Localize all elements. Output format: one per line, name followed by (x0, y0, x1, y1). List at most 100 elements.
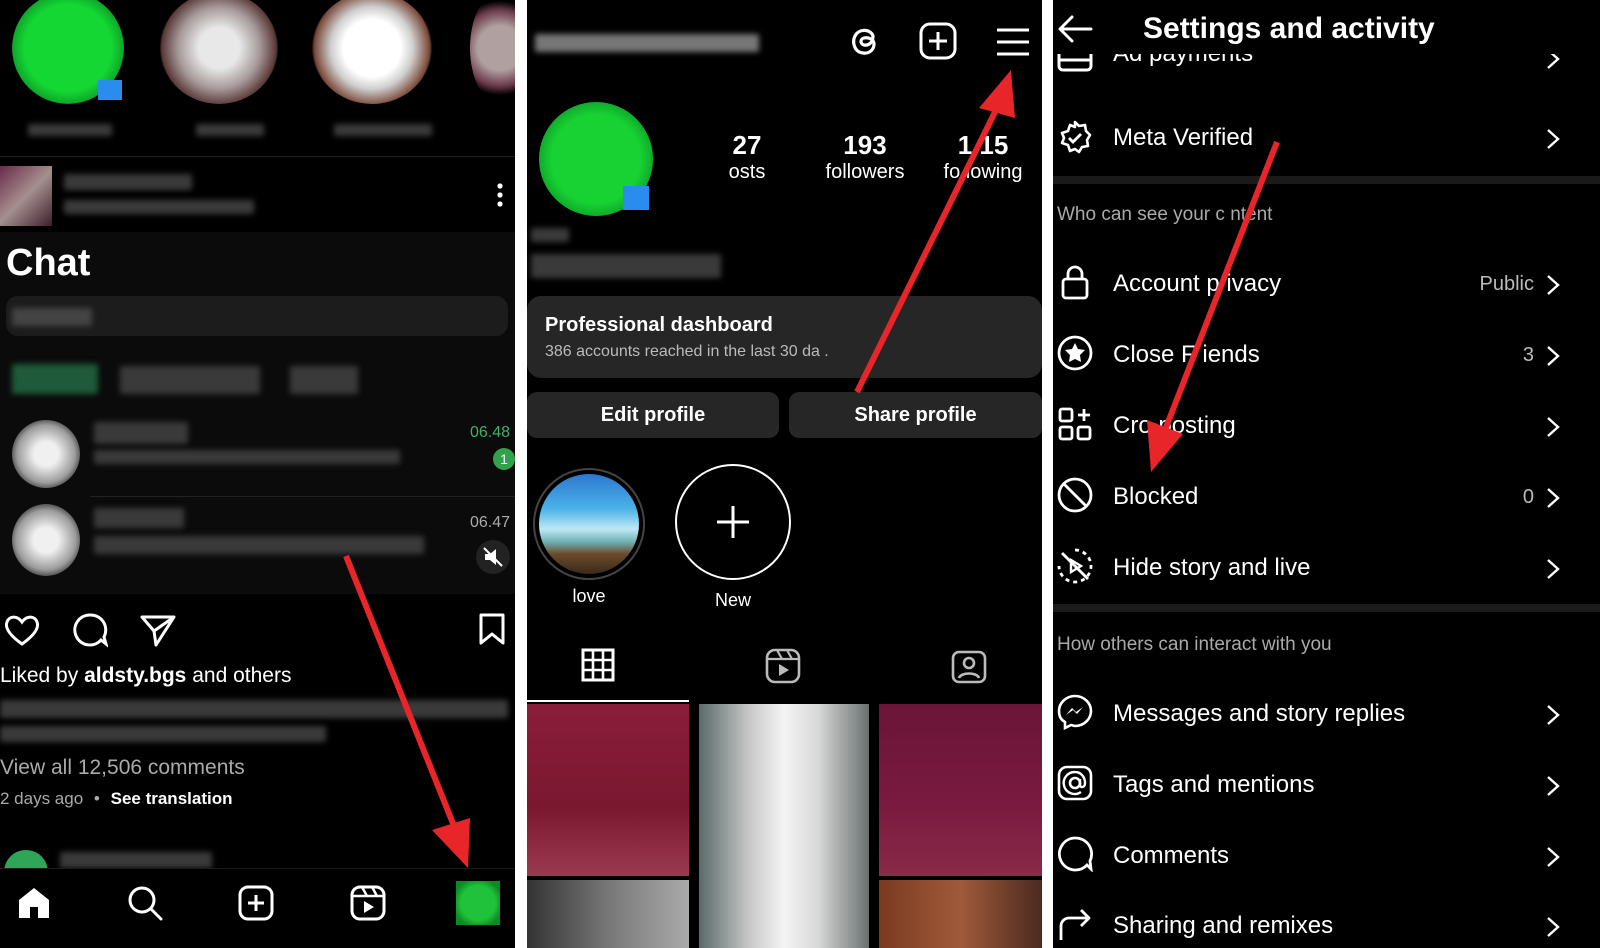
stat-posts-value: 27 (732, 130, 762, 160)
story-avatar[interactable] (312, 0, 432, 104)
lock-icon (1061, 265, 1089, 300)
story-avatar[interactable] (470, 0, 515, 104)
at-icon (1057, 765, 1093, 801)
highlight-cover (533, 468, 645, 580)
row-value: 0 (1522, 486, 1534, 508)
crossposting-icon (1058, 407, 1092, 441)
see-translation-link[interactable]: See translation (111, 789, 233, 808)
section-header: How others can interact with you (1057, 634, 1332, 655)
chevron-right-icon (1547, 776, 1560, 796)
home-icon[interactable] (16, 885, 52, 921)
row-value: 3 (1522, 344, 1534, 366)
profile-panel: 27 osts 193 followers 1 15 fo lowing Pro… (527, 0, 1042, 948)
tags-mentions-row[interactable]: Tags and mentions (1053, 765, 1600, 807)
threads-icon[interactable] (845, 22, 883, 62)
row-value: Public (1479, 273, 1534, 295)
add-highlight-icon (675, 464, 791, 580)
post-thumbnail[interactable] (699, 704, 869, 948)
messages-replies-row[interactable]: Messages and story replies (1053, 694, 1600, 736)
tab-reels[interactable] (689, 636, 877, 702)
save-icon[interactable] (478, 612, 506, 646)
stat-followers[interactable]: 193 followers (815, 130, 915, 184)
menu-icon[interactable] (995, 26, 1031, 58)
profile-username[interactable] (535, 34, 759, 52)
settings-title: Settings and activity (1143, 12, 1435, 45)
tagged-icon (951, 650, 987, 684)
settings-panel: Settings and activity Ad payments Meta V… (1053, 0, 1600, 948)
chevron-right-icon (1547, 847, 1560, 867)
story-badge (98, 80, 122, 100)
highlight-label: New (714, 590, 751, 610)
hide-story-row[interactable]: Hide story and live (1053, 548, 1600, 590)
more-options-icon[interactable] (496, 182, 504, 210)
chat-avatar[interactable] (12, 420, 80, 488)
chevron-right-icon (1547, 275, 1560, 295)
close-friends-row[interactable]: Close F iends 3 (1053, 335, 1600, 377)
comments-row[interactable]: Comments (1053, 836, 1600, 878)
hide-story-icon (1057, 548, 1093, 584)
like-icon[interactable] (4, 614, 40, 646)
row-label: Meta Verified (1113, 124, 1254, 151)
tab-grid[interactable] (527, 636, 689, 702)
blocked-row[interactable]: Blocked 0 (1053, 477, 1600, 519)
chevron-right-icon (1547, 129, 1560, 149)
stat-followers-label: followers (825, 161, 905, 183)
star-circle-icon (1057, 335, 1093, 371)
stat-following[interactable]: 1 15 fo lowing (933, 130, 1033, 184)
highlight-love[interactable]: love (533, 468, 645, 607)
section-header: Who can see your c ntent (1057, 204, 1273, 225)
chat-time: 06.48 (470, 424, 511, 441)
reels-icon[interactable] (350, 885, 386, 921)
dashboard-title: Professional dashboard (545, 314, 773, 336)
row-label: Blocked (1113, 483, 1199, 510)
liked-user-link[interactable]: aldsty.bgs (84, 664, 186, 687)
share-icon[interactable] (140, 614, 176, 648)
chevron-right-icon (1547, 559, 1560, 579)
stat-posts[interactable]: 27 osts (705, 130, 789, 184)
row-label: Cro posting (1113, 412, 1236, 439)
bottom-nav (0, 868, 515, 948)
share-icon (1059, 909, 1091, 940)
story-avatar[interactable] (160, 0, 278, 104)
account-privacy-row[interactable]: Account p ivacy Public (1053, 264, 1600, 306)
chat-title: Chat (6, 242, 91, 284)
avatar-badge (623, 186, 649, 210)
post-meta: 2 days ago • See translation (0, 789, 233, 808)
highlight-new[interactable]: New (675, 464, 791, 611)
chevron-right-icon (1547, 417, 1560, 437)
verified-badge-icon (1060, 120, 1092, 154)
muted-icon (476, 540, 510, 574)
row-label: Sharing and remixes (1113, 912, 1334, 939)
view-comments-link[interactable]: View all 12,506 comments (0, 756, 245, 780)
ad-payments-row[interactable]: Ad payments (1113, 54, 1253, 68)
crossposting-row[interactable]: Cro posting (1053, 406, 1600, 448)
comment-icon[interactable] (72, 612, 108, 648)
professional-dashboard-card[interactable]: Professional dashboard 386 accounts reac… (527, 296, 1042, 378)
post-thumbnail[interactable] (527, 704, 689, 876)
post-thumbnail[interactable] (879, 704, 1042, 876)
row-label: Close F iends (1113, 341, 1260, 368)
chat-avatar[interactable] (12, 504, 80, 576)
chevron-right-icon (1547, 705, 1560, 725)
share-profile-button[interactable]: Share profile (789, 392, 1042, 438)
chevron-right-icon (1547, 917, 1560, 937)
blocked-icon (1057, 477, 1093, 513)
chat-preview: Chat 06.48 1 06.47 (0, 232, 515, 594)
stat-posts-label: osts (728, 161, 766, 183)
profile-icon[interactable] (456, 881, 500, 925)
card-icon (1057, 54, 1093, 74)
sharing-remixes-row[interactable]: Sharing and remixes (1053, 906, 1600, 948)
chat-time: 06.47 (470, 514, 511, 531)
edit-profile-button[interactable]: Edit profile (527, 392, 779, 438)
search-icon[interactable] (127, 885, 163, 921)
back-arrow-icon[interactable] (1057, 14, 1093, 44)
highlight-label: love (572, 586, 606, 606)
post-avatar[interactable] (0, 166, 52, 226)
meta-verified-row[interactable]: Meta Verified (1053, 118, 1600, 160)
create-post-icon[interactable] (919, 22, 957, 60)
row-label: Hide story and live (1113, 554, 1311, 581)
chevron-right-icon (1547, 54, 1560, 69)
tab-tagged[interactable] (877, 636, 1042, 702)
feed-panel: Chat 06.48 1 06.47 Liked by aldsty.bgs a… (0, 0, 515, 948)
create-icon[interactable] (238, 885, 274, 921)
